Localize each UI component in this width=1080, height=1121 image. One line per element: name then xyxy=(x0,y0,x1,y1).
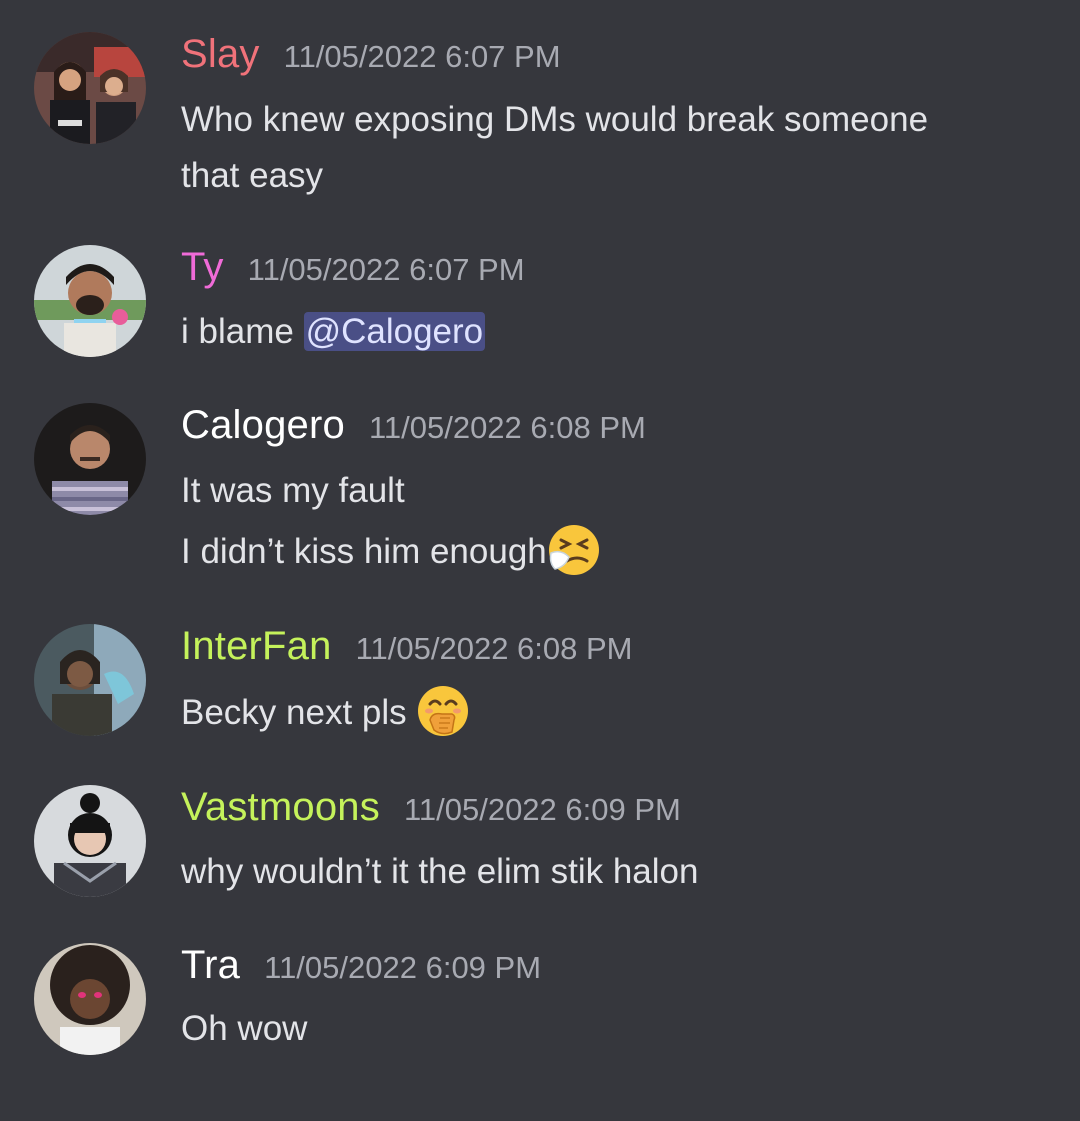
message-text-content: Becky next pls xyxy=(181,693,417,732)
message-text-content: I didn’t kiss him enough xyxy=(181,532,547,571)
message-text: i blame @Calogero xyxy=(181,304,486,360)
username[interactable]: Slay xyxy=(181,32,260,77)
avatar-calogero-image xyxy=(34,403,146,515)
timestamp: 11/05/2022 6:08 PM xyxy=(368,410,646,445)
message-text: It was my fault xyxy=(181,471,405,510)
avatar-vastmoons[interactable] xyxy=(34,785,146,897)
avatar-tra[interactable] xyxy=(34,943,146,1055)
timestamp: 11/05/2022 6:07 PM xyxy=(283,39,561,74)
user-mention[interactable]: @Calogero xyxy=(303,312,486,351)
avatar-tra-image xyxy=(34,943,146,1055)
avatar-interfan-image xyxy=(34,624,146,736)
timestamp: 11/05/2022 6:09 PM xyxy=(403,792,681,827)
username[interactable]: Vastmoons xyxy=(181,785,380,830)
username[interactable]: Calogero xyxy=(181,403,345,448)
username[interactable]: InterFan xyxy=(181,624,332,669)
message-text: why wouldn’t it the elim stik halon xyxy=(181,852,699,891)
message-text-prefix: i blame xyxy=(181,312,304,351)
sneezing-face-emoji xyxy=(547,523,601,577)
message-text: Becky next pls xyxy=(181,684,470,741)
avatar-vastmoons-image xyxy=(34,785,146,897)
username[interactable]: Tra xyxy=(181,943,240,988)
avatar-ty[interactable] xyxy=(34,245,146,357)
message-text: that easy xyxy=(181,156,324,195)
message-text: Oh wow xyxy=(181,1009,308,1048)
timestamp: 11/05/2022 6:09 PM xyxy=(264,950,542,985)
hand-over-mouth-emoji xyxy=(416,684,470,738)
timestamp: 11/05/2022 6:08 PM xyxy=(355,631,633,666)
message-text: Who knew exposing DMs would break someon… xyxy=(181,100,929,139)
avatar-calogero[interactable] xyxy=(34,403,146,515)
avatar-ty-image xyxy=(34,245,146,357)
avatar-interfan[interactable] xyxy=(34,624,146,736)
chat-message-list: Slay 11/05/2022 6:07 PM Who knew exposin… xyxy=(0,0,1080,1121)
message-text: I didn’t kiss him enough xyxy=(181,523,601,580)
avatar-slay[interactable] xyxy=(34,32,146,144)
username[interactable]: Ty xyxy=(181,245,224,290)
timestamp: 11/05/2022 6:07 PM xyxy=(247,252,525,287)
avatar-slay-image xyxy=(34,32,146,144)
